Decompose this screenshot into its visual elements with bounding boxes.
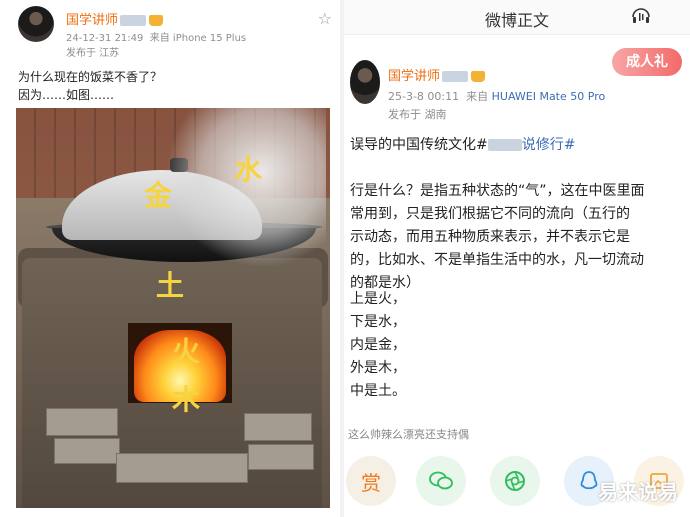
list-item: 中是土。 [350,383,406,399]
author-avatar[interactable] [18,6,54,42]
label-fire: 火 [172,335,201,368]
brick [248,444,314,470]
label-water: 水 [234,153,263,186]
brick [54,438,120,464]
post-text-line-2: 因为……如图…… [18,88,115,102]
post-location: 发布于 湖南 [388,108,447,121]
redacted-tag-blur [487,139,522,151]
list-item: 外是木， [350,360,406,376]
anniversary-badge[interactable]: 成人礼 [612,48,682,76]
paragraph-line: 示动态，而用五种物质来表示，并不表示它是 [350,229,630,245]
audio-icon[interactable] [630,8,652,24]
favorite-star-icon[interactable]: ☆ [318,9,332,28]
paragraph-line: 行是什么？是指五种状态的“气”，这在中医里面 [350,183,645,199]
label-earth: 土 [156,269,185,302]
post-paragraph: 行是什么？是指五种状态的“气”，这在中医里面 常用到，只是我们根据它不同的流向（… [350,180,645,295]
camera-aperture-icon [505,471,525,491]
watermark-text: 易来说易 [598,480,678,504]
brick [46,408,118,436]
author-name[interactable]: 国学讲师 [388,65,486,84]
wechat-share-button[interactable] [416,456,466,506]
brick [116,453,248,483]
redacted-name-blur [442,71,469,82]
label-metal: 金 [144,179,173,212]
post-text-line-1: 为什么现在的饭菜不香了？ [18,70,163,84]
post-location: 发布于 江苏 [66,48,120,59]
author-avatar[interactable] [350,60,380,104]
post-device[interactable]: HUAWEI Mate 50 Pro [492,90,606,103]
post-meta: 24-12-31 21:49 来自 iPhone 15 Plus [66,29,246,44]
post-source-prefix: 来自 [466,90,489,103]
list-item: 内是金， [350,337,406,353]
steam [166,108,326,268]
label-wood: 木 [172,383,201,416]
five-elements-list: 上是火， 下是水， 内是金， 外是木， 中是土。 [350,288,406,403]
qq-penguin-icon [580,471,598,490]
moments-share-button[interactable] [490,456,540,506]
right-post: 微博正文 成人礼 国学讲师 25-3-8 00:11 来自 HUAWEI Mat… [344,0,690,517]
list-item: 下是水， [350,314,406,330]
topic-tag[interactable]: 说修行# [522,137,576,153]
stove-photo[interactable]: 水 金 土 火 木 [16,108,330,508]
author-name[interactable]: 国学讲师 [66,9,164,28]
post-time: 24-12-31 21:49 [66,33,144,44]
paragraph-line: 的，比如水、不是单指生活中的水，凡一切流动 [350,252,644,268]
brick [244,413,312,441]
comment-hint[interactable]: 这么帅辣么漂亮还支持偶 [348,426,469,442]
post-time: 25-3-8 00:11 [388,90,460,103]
paragraph-line: 常用到，只是我们根据它不同的流向（五行的 [350,206,630,222]
post-intro: 误导的中国传统文化# 说修行# [350,137,576,153]
crown-icon [471,71,486,82]
crown-icon [149,15,164,26]
redacted-name-blur [120,15,147,26]
reward-button[interactable]: 赏 [346,456,396,506]
post-source: 来自 iPhone 15 Plus [149,33,247,44]
wechat-icon [429,471,453,490]
left-post: 国学讲师 24-12-31 21:49 来自 iPhone 15 Plus 发布… [0,0,340,517]
list-item: 上是火， [350,291,406,307]
page-header: 微博正文 [344,0,690,35]
post-meta: 25-3-8 00:11 来自 HUAWEI Mate 50 Pro [388,88,605,104]
